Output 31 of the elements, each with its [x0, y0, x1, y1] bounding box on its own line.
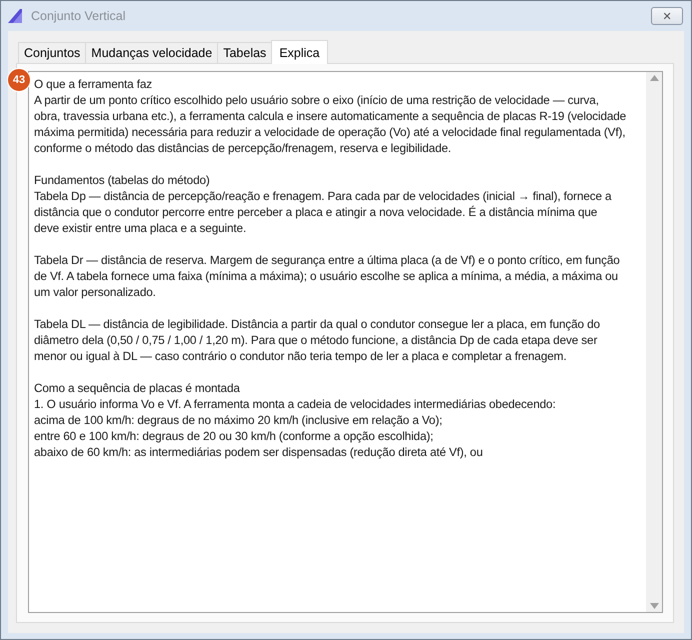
- text-line: Como a sequência de placas é montada: [34, 380, 240, 396]
- text-line: um valor personalizado.: [34, 284, 156, 300]
- text-line: Tabela DL — distância de legibilidade. Distância a partir da qual o condutor consegue ler a placa, em função do: [34, 316, 600, 332]
- text-line: entre 60 e 100 km/h: degraus de 20 ou 30 km/h (conforme a opção escolhida);: [34, 428, 434, 444]
- text-line: distância que o condutor percorre entre perceber a placa e atingir a nova velocidade. É a distância mínima que: [34, 204, 598, 220]
- text-line: O que a ferramenta faz: [34, 76, 152, 92]
- tab[interactable]: Explica: [271, 40, 328, 64]
- count-badge: 43: [7, 68, 31, 92]
- text-line: abaixo de 60 km/h: as intermediárias podem ser dispensadas (redução direta até Vf), ou: [34, 444, 483, 460]
- tab[interactable]: Conjuntos: [18, 42, 86, 63]
- text-line: conforme o método das distâncias de percepção/frenagem, reserva e legibilidade.: [34, 140, 452, 156]
- scroll-down-icon[interactable]: [650, 603, 658, 609]
- scrollbar[interactable]: [646, 72, 662, 612]
- tab[interactable]: Mudanças velocidade: [85, 42, 218, 63]
- text-area[interactable]: [28, 71, 663, 613]
- text-line: obra, travessia urbana etc.), a ferramenta calcula e insere automaticamente a sequência de placas R-19 (velocidade: [34, 108, 626, 124]
- text-line: diâmetro dela (0,50 / 0,75 / 1,00 / 1,20 m). Para que o método funcione, a distância Dp de cada etapa deve ser: [34, 332, 598, 348]
- scroll-up-icon[interactable]: [650, 75, 658, 81]
- text-line: A partir de um ponto crítico escolhido pelo usuário sobre o eixo (início de uma restrição de velocidade — curva,: [34, 92, 599, 108]
- window-title: Conjunto Vertical: [31, 9, 127, 23]
- text-line: máxima permitida) necessária para reduzir a velocidade de operação (Vo) até a velocidade final regulamentada (Vf),: [34, 124, 626, 140]
- app-logo-icon: [7, 8, 25, 24]
- text-line: Fundamentos (tabelas do método): [34, 172, 210, 188]
- text-line: Tabela Dr — distância de reserva. Margem de segurança entre a última placa (a de Vf) e o ponto crítico, em função: [34, 252, 620, 268]
- text-line: Tabela Dp — distância de percepção/reação e frenagem. Para cada par de velocidades (inicial → final), fornece a: [34, 188, 612, 204]
- text-line: menor ou igual à DL — caso contrário o condutor não teria tempo de ler a placa e completar a frenagem.: [34, 348, 566, 364]
- close-button[interactable]: ✕: [651, 7, 683, 25]
- text-line: deve existir entre uma placa e a seguinte.: [34, 220, 246, 236]
- text-line: de Vf. A tabela fornece uma faixa (mínima a máxima); o usuário escolhe se aplica a mínima, a média, a máxima ou: [34, 268, 618, 284]
- text-line: acima de 100 km/h: degraus de no máximo 20 km/h (inclusive em relação a Vo);: [34, 412, 442, 428]
- text-line: 1. O usuário informa Vo e Vf. A ferramenta monta a cadeia de velocidades intermediárias obedecendo:: [34, 396, 556, 412]
